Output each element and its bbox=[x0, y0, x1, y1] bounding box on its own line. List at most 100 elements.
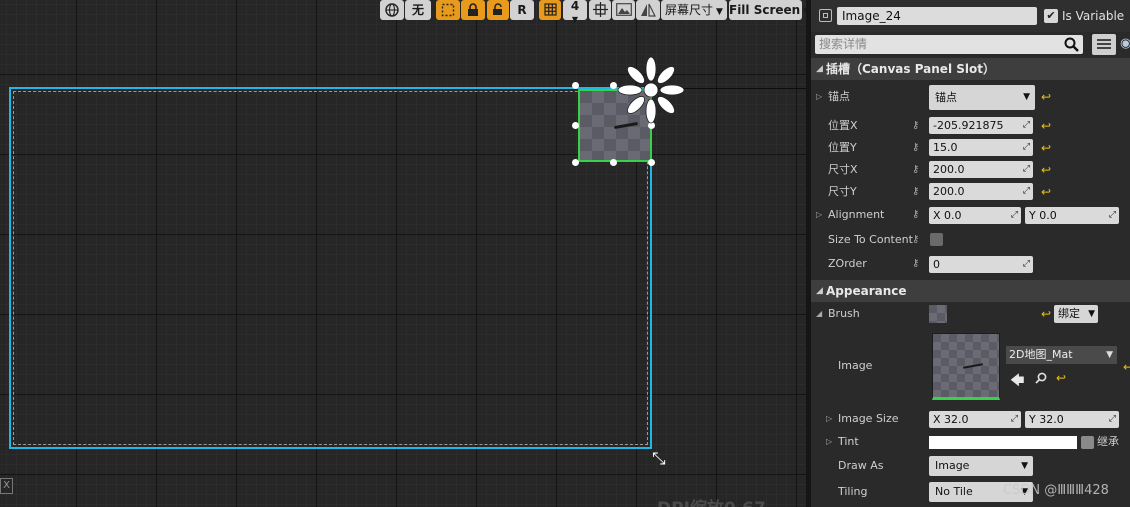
size-y-label: 尺寸Y bbox=[828, 185, 857, 198]
zorder-value: 0 bbox=[933, 258, 940, 271]
draw-as-value: Image bbox=[935, 459, 970, 472]
chevron-down-icon: ▼ bbox=[571, 15, 579, 24]
position-y-label: 位置Y bbox=[828, 141, 857, 154]
reset-arrow-icon[interactable]: ↩ bbox=[1056, 371, 1066, 385]
anchors-value: 锚点 bbox=[935, 91, 957, 104]
screen-size-label: 屏幕尺寸 bbox=[665, 3, 714, 17]
viewport-corner-marker: X bbox=[0, 478, 13, 494]
position-x-label: 位置X bbox=[828, 119, 858, 132]
category-canvas-panel-slot[interactable]: ◢ 插槽（Canvas Panel Slot） bbox=[811, 58, 1130, 80]
resize-handle-bottom-left[interactable] bbox=[572, 159, 579, 166]
expand-arrow-icon[interactable]: ▷ bbox=[816, 208, 822, 222]
chevron-down-icon: ▼ bbox=[1088, 309, 1095, 319]
rotate-mode-label: R bbox=[517, 3, 527, 17]
search-icon[interactable] bbox=[1064, 37, 1079, 52]
category-appearance[interactable]: ◢ Appearance bbox=[811, 280, 1130, 302]
view-options-button[interactable] bbox=[1092, 34, 1116, 55]
screen-size-dropdown[interactable]: 屏幕尺寸 ▼ bbox=[661, 0, 727, 20]
resize-handle-bottom-right[interactable] bbox=[648, 159, 655, 166]
key-icon: ⚷ bbox=[912, 164, 920, 175]
image-asset-thumbnail[interactable] bbox=[932, 333, 1000, 400]
canvas-resize-icon[interactable]: ⤡ bbox=[652, 450, 670, 468]
key-icon: ⚷ bbox=[912, 258, 920, 269]
size-to-content-checkbox[interactable] bbox=[930, 233, 943, 246]
expand-arrow-icon[interactable]: ▷ bbox=[826, 435, 832, 449]
culture-dropdown[interactable]: 无 bbox=[405, 0, 431, 20]
reset-arrow-icon[interactable]: ↩ bbox=[1123, 360, 1130, 374]
size-y-field[interactable]: 200.0 ⤢ bbox=[929, 183, 1033, 200]
details-panel: Image_24 ✔ Is Variable 搜索详情 ◉ ◢ 插槽（Canva… bbox=[811, 0, 1130, 507]
localization-button[interactable] bbox=[380, 0, 404, 20]
reset-arrow-icon[interactable]: ↩ bbox=[1041, 90, 1051, 104]
dashed-outline-toggle[interactable] bbox=[436, 0, 460, 20]
browse-search-icon[interactable] bbox=[1035, 372, 1047, 384]
anchors-label: 锚点 bbox=[828, 90, 850, 103]
inherit-checkbox[interactable] bbox=[1081, 436, 1094, 449]
respect-locks-toggle[interactable] bbox=[487, 0, 509, 20]
rotate-mode-button[interactable]: R bbox=[510, 0, 534, 20]
position-x-field[interactable]: -205.921875 ⤢ bbox=[929, 117, 1033, 134]
lock-toggle[interactable] bbox=[461, 0, 485, 20]
alignment-y-value: Y 0.0 bbox=[1029, 209, 1057, 222]
inherit-label: 继承 bbox=[1097, 435, 1119, 448]
image-size-y-value: Y 32.0 bbox=[1029, 413, 1064, 426]
size-x-label: 尺寸X bbox=[828, 163, 858, 176]
spin-arrows-icon: ⤢ bbox=[1108, 210, 1116, 220]
flip-button[interactable] bbox=[636, 0, 660, 20]
chevron-down-icon: ▼ bbox=[1106, 350, 1113, 360]
collapse-triangle-icon: ◢ bbox=[816, 286, 823, 296]
transform-widget-button[interactable] bbox=[589, 0, 611, 20]
reset-arrow-icon[interactable]: ↩ bbox=[1041, 119, 1051, 133]
key-icon: ⚷ bbox=[912, 234, 920, 245]
is-variable-checkbox[interactable]: ✔ bbox=[1044, 9, 1058, 23]
resize-handle-bottom[interactable] bbox=[610, 159, 617, 166]
key-icon: ⚷ bbox=[912, 186, 920, 197]
bind-dropdown[interactable]: 绑定 ▼ bbox=[1054, 305, 1098, 323]
reset-arrow-icon[interactable]: ↩ bbox=[1041, 163, 1051, 177]
tint-label: Tint bbox=[838, 435, 859, 448]
grid-snap-toggle[interactable] bbox=[539, 0, 561, 20]
image-size-x-field[interactable]: X 32.0 ⤢ bbox=[929, 411, 1021, 428]
resize-handle-left[interactable] bbox=[572, 122, 579, 129]
zorder-field[interactable]: 0 ⤢ bbox=[929, 256, 1033, 273]
draw-as-label: Draw As bbox=[838, 459, 884, 472]
brush-preview-thumbnail bbox=[929, 305, 947, 323]
anchors-dropdown[interactable]: 锚点 ▼ bbox=[929, 85, 1035, 110]
reset-arrow-icon[interactable]: ↩ bbox=[1041, 141, 1051, 155]
collapse-triangle-icon[interactable]: ◢ bbox=[816, 307, 822, 321]
is-variable-label: Is Variable bbox=[1062, 9, 1125, 23]
expand-arrow-icon[interactable]: ▷ bbox=[826, 412, 832, 426]
image-size-y-field[interactable]: Y 32.0 ⤢ bbox=[1025, 411, 1119, 428]
key-icon: ⚷ bbox=[912, 142, 920, 153]
draw-as-dropdown[interactable]: Image ▼ bbox=[929, 456, 1033, 476]
image-asset-picker[interactable]: 2D地图_Mat ▼ bbox=[1006, 346, 1117, 364]
reset-arrow-icon[interactable]: ↩ bbox=[1041, 307, 1051, 321]
alignment-x-field[interactable]: X 0.0 ⤢ bbox=[929, 207, 1021, 224]
resize-handle-top-left[interactable] bbox=[572, 82, 579, 89]
size-to-content-label: Size To Content bbox=[828, 233, 913, 246]
grid-snap-size-value: 4 bbox=[570, 0, 580, 13]
widget-name-input[interactable]: Image_24 bbox=[837, 7, 1037, 25]
grid-icon bbox=[543, 3, 557, 16]
details-search-input[interactable]: 搜索详情 bbox=[815, 35, 1083, 54]
lock-icon bbox=[468, 3, 478, 16]
position-y-field[interactable]: 15.0 ⤢ bbox=[929, 139, 1033, 156]
size-x-field[interactable]: 200.0 ⤢ bbox=[929, 161, 1033, 178]
thumbnail-stroke bbox=[962, 363, 984, 369]
spin-arrows-icon: ⤢ bbox=[1022, 142, 1030, 152]
designer-viewport[interactable]: ⤡ X DPI缩放0.67 无 R bbox=[0, 0, 806, 507]
alignment-y-field[interactable]: Y 0.0 ⤢ bbox=[1025, 207, 1119, 224]
use-selected-arrow-icon[interactable]: 🡄 bbox=[1010, 370, 1024, 394]
spin-arrows-icon: ⤢ bbox=[1108, 414, 1116, 424]
spin-arrows-icon: ⤢ bbox=[1022, 120, 1030, 130]
eye-icon[interactable]: ◉ bbox=[1120, 36, 1130, 51]
resize-handle-top[interactable] bbox=[610, 82, 617, 89]
anchor-gizmo-icon[interactable] bbox=[617, 56, 685, 124]
expand-arrow-icon[interactable]: ▷ bbox=[816, 90, 822, 104]
fill-screen-dropdown[interactable]: Fill Screen▼ bbox=[729, 0, 806, 20]
preview-image-button[interactable] bbox=[612, 0, 635, 20]
tint-color-swatch[interactable] bbox=[929, 436, 1077, 449]
grid-snap-size-dropdown[interactable]: 4 ▼ bbox=[563, 0, 587, 24]
reset-arrow-icon[interactable]: ↩ bbox=[1041, 185, 1051, 199]
canvas-panel-selection[interactable] bbox=[9, 87, 652, 449]
